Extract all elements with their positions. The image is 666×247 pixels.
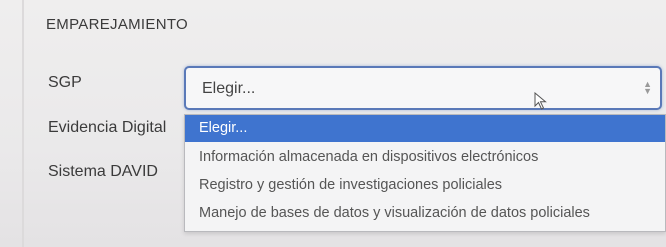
section-title: EMPAREJAMIENTO [46, 16, 188, 33]
sgp-select[interactable]: Elegir... ▲ ▼ [184, 66, 662, 110]
option-registro-investigaciones[interactable]: Registro y gestión de investigaciones po… [185, 172, 665, 199]
mouse-pointer-icon [534, 92, 547, 110]
option-elegir[interactable]: Elegir... [185, 115, 665, 142]
up-down-arrows-icon: ▲ ▼ [643, 79, 652, 96]
sgp-label: SGP [48, 74, 82, 91]
form-panel: EMPAREJAMIENTO SGP Evidencia Digital Sis… [0, 0, 666, 247]
option-informacion-dispositivos[interactable]: Información almacenada en dispositivos e… [185, 144, 665, 171]
select-current-value: Elegir... [202, 80, 256, 97]
panel-divider [22, 0, 24, 247]
option-manejo-bases-datos[interactable]: Manejo de bases de datos y visualización… [185, 200, 665, 227]
evidencia-digital-label: Evidencia Digital [48, 119, 167, 136]
sistema-david-label: Sistema DAVID [48, 163, 158, 180]
sgp-dropdown-list: Elegir... Información almacenada en disp… [184, 114, 666, 232]
